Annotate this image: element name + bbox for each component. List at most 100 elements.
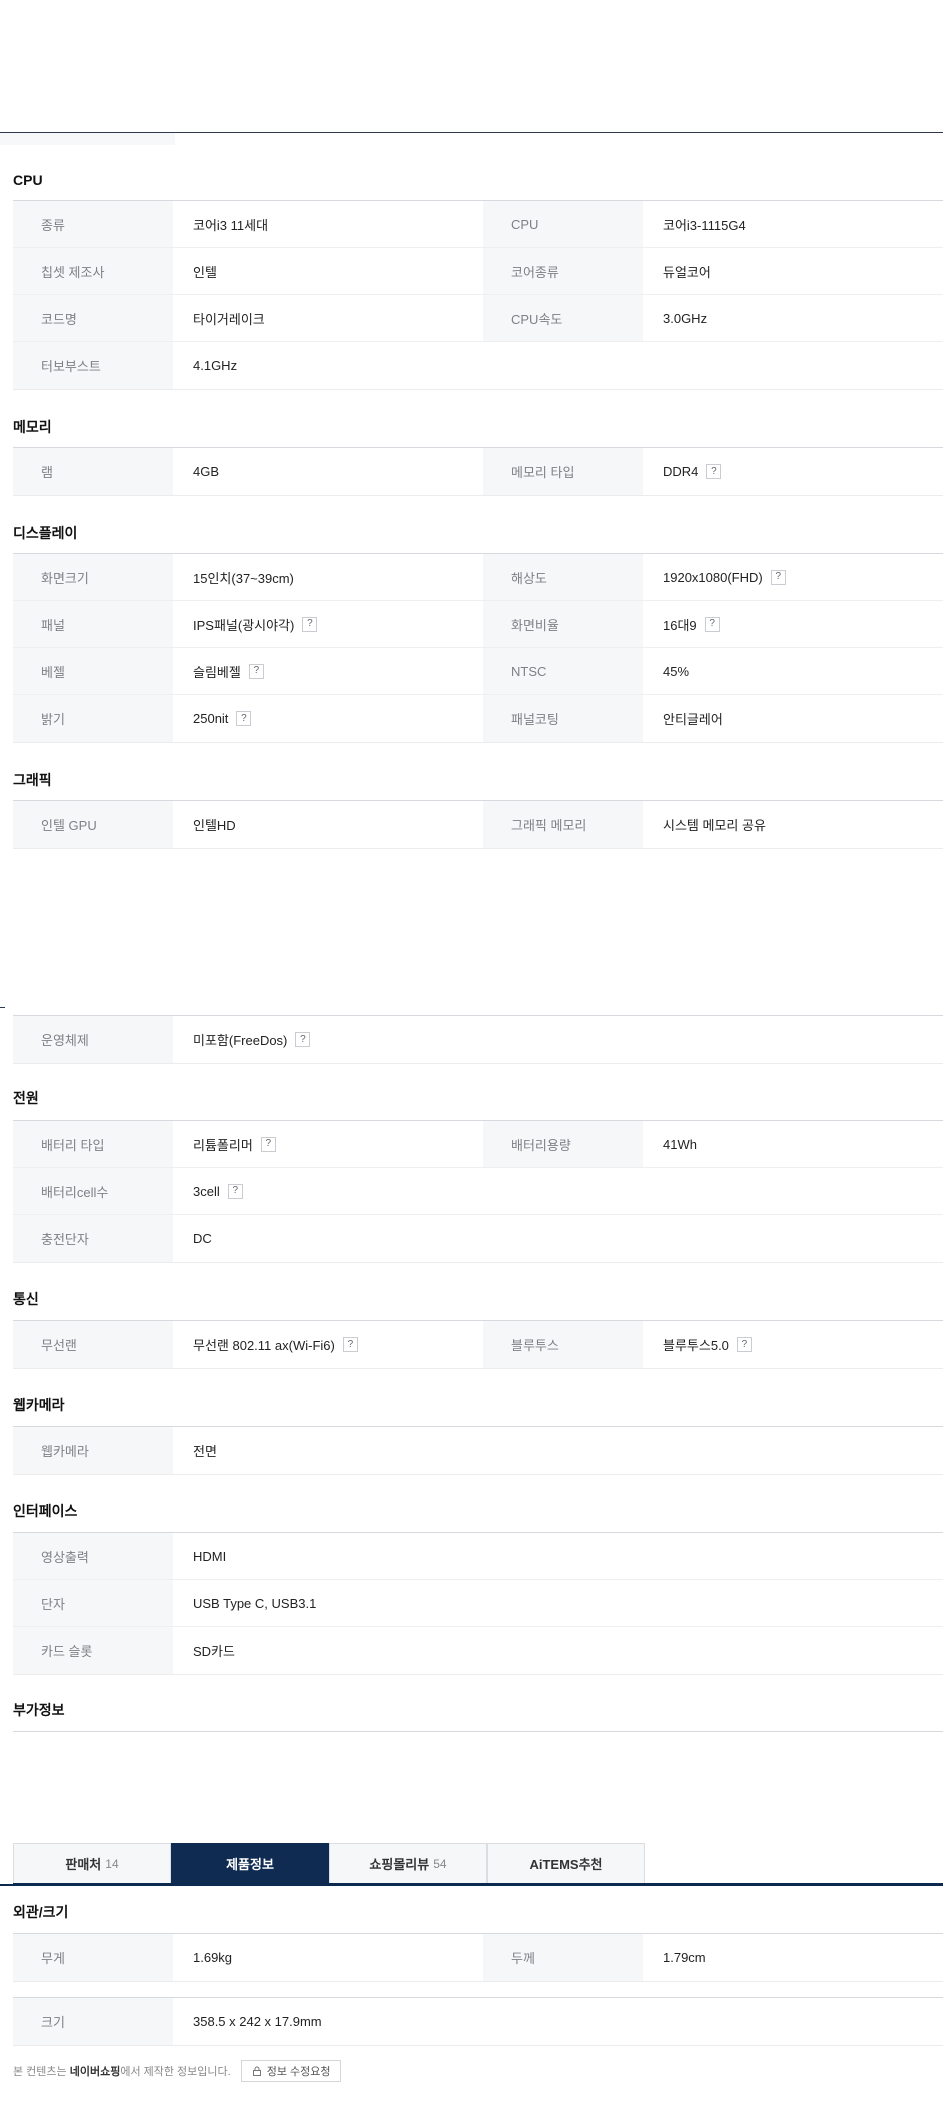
spec-value-with-help: 블루투스5.0 ? [643,1321,943,1368]
spec-value: 41Wh [663,1136,697,1152]
spec-label: 웹카메라 [13,1427,173,1474]
spec-value: 3cell [193,1183,220,1199]
spec-label: 카드 슬롯 [13,1627,173,1674]
tab-aitems[interactable]: AiTEMS추천 [487,1843,645,1883]
table-row: 베젤 슬림베젤 ? NTSC 45% [13,648,943,695]
spec-label: 종류 [13,201,173,247]
spec-label: 배터리 타입 [13,1121,173,1167]
tab-reviews[interactable]: 쇼핑몰리뷰 54 [329,1843,487,1883]
help-icon[interactable]: ? [248,663,264,679]
tab-product-info[interactable]: 제품정보 [171,1843,329,1883]
spec-table-exterior: 무게 1.69kg 두께 1.79cm [13,1933,943,1982]
help-icon[interactable]: ? [236,711,252,726]
table-row: 운영체제 미포함(FreeDos) ? [13,1016,943,1063]
table-row: 무선랜 무선랜 802.11 ax(Wi-Fi6) ? 블루투스 블루투스5.0… [13,1321,943,1368]
spec-value: 전면 [193,1444,217,1459]
section-title-exterior: 외관/크기 [13,1904,69,1920]
spec-label: 인텔 GPU [13,801,173,848]
spec-label: 터보부스트 [13,342,173,389]
product-tabs: 판매처 14 제품정보 쇼핑몰리뷰 54 AiTEMS추천 [13,1843,943,1885]
spec-value: USB Type C, USB3.1 [193,1595,317,1611]
help-icon[interactable]: ? [302,616,318,632]
spec-label: 두께 [483,1934,643,1981]
tab-sellers[interactable]: 판매처 14 [13,1843,171,1883]
section-title-cpu: CPU [13,172,43,188]
spec-label: 메모리 타입 [483,448,643,495]
spec-table-os: 운영체제 미포함(FreeDos) ? [13,1015,943,1064]
table-row: 화면크기 15인치(37~39cm) 해상도 1920x1080(FHD) ? [13,554,943,601]
spec-value-with-help: 3cell ? [173,1168,483,1214]
spec-label: 무게 [13,1934,173,1981]
spec-value: 4.1GHz [193,358,238,373]
table-row: 램 4GB 메모리 타입 DDR4 ? [13,448,943,495]
spec-value-with-help: IPS패널(광시야각) ? [173,601,483,647]
spec-value-with-help: 미포함(FreeDos) ? [173,1016,483,1063]
help-icon[interactable]: ? [227,1183,243,1199]
table-row: 배터리cell수 3cell ? [13,1168,943,1215]
spec-value: 1.69kg [193,1950,233,1965]
spec-label: 충전단자 [13,1215,173,1262]
help-icon[interactable]: ? [295,1032,311,1047]
spec-value: 코어i3 11세대 [193,217,269,233]
spec-label: 밝기 [13,695,173,742]
table-row: 종류 코어i3 11세대 CPU 코어i3-1115G4 [13,201,943,248]
spec-value: 250nit [193,711,229,726]
tab-label: 쇼핑몰리뷰 [369,1857,430,1872]
section-title-interface: 인터페이스 [13,1503,78,1519]
spec-value: 안티글레어 [663,712,723,727]
spec-value: 1920x1080(FHD) [663,569,763,585]
spec-label: 영상출력 [13,1533,173,1579]
spec-label: 패널코팅 [483,695,643,742]
spec-value-with-help: 무선랜 802.11 ax(Wi-Fi6) ? [173,1321,483,1368]
section-title-network: 통신 [13,1291,39,1307]
note-prefix: 본 컨텐츠는 [13,2066,67,2078]
table-row: 단자 USB Type C, USB3.1 [13,1580,943,1627]
spec-value: 45% [663,663,690,679]
table-row: 충전단자 DC [13,1215,943,1262]
spec-table-webcam: 웹카메라 전면 [13,1426,943,1475]
spec-label: 해상도 [483,554,643,600]
spec-value: 코어i3-1115G4 [663,217,746,233]
spec-table-memory: 램 4GB 메모리 타입 DDR4 ? [13,447,943,496]
help-icon[interactable]: ? [260,1136,276,1152]
spec-value: 3.0GHz [663,310,708,326]
spec-label: 화면크기 [13,554,173,600]
spec-label: 크기 [13,1998,173,2045]
spec-label: 운영체제 [13,1016,173,1063]
table-row: 칩셋 제조사 인텔 코어종류 듀얼코어 [13,248,943,295]
spec-value: 15인치(37~39cm) [193,570,294,586]
spec-label: 코어종류 [483,248,643,294]
spec-table-display: 화면크기 15인치(37~39cm) 해상도 1920x1080(FHD) ? … [13,553,943,743]
top-divider-shadow [0,133,175,145]
spec-value: DDR4 [663,464,699,479]
help-icon[interactable]: ? [706,464,722,479]
spec-value: 16대9 [663,617,697,633]
section-title-memory: 메모리 [13,419,52,435]
help-icon[interactable]: ? [342,1337,358,1352]
spec-table-size: 크기 358.5 x 242 x 17.9mm [13,1997,943,2046]
help-icon[interactable]: ? [704,616,720,632]
help-icon[interactable]: ? [736,1337,752,1352]
spec-value-with-help: 슬림베젤 ? [173,648,483,694]
section-title-display: 디스플레이 [13,525,78,541]
spec-value: 1.79cm [663,1950,706,1965]
table-row: 무게 1.69kg 두께 1.79cm [13,1934,943,1981]
spec-label: 코드명 [13,295,173,341]
spec-label: 블루투스 [483,1321,643,1368]
spec-table-interface: 영상출력 HDMI 단자 USB Type C, USB3.1 카드 슬롯 SD… [13,1532,943,1675]
table-row: 웹카메라 전면 [13,1427,943,1474]
extra-divider [13,1731,943,1732]
spec-value: 타이거레이크 [193,311,265,327]
edge-marker [0,1007,5,1008]
spec-value: 4GB [193,464,220,479]
spec-value-with-help: DDR4 ? [643,448,943,495]
info-edit-request-button[interactable]: 정보 수정요청 [240,2060,342,2082]
table-row: 크기 358.5 x 242 x 17.9mm [13,1998,943,2045]
section-title-power: 전원 [13,1090,39,1106]
spec-value: 358.5 x 242 x 17.9mm [193,2014,322,2029]
spec-label: 그래픽 메모리 [483,801,643,848]
request-button-label: 정보 수정요청 [266,2066,331,2078]
help-icon[interactable]: ? [770,569,786,585]
table-row: 밝기 250nit ? 패널코팅 안티글레어 [13,695,943,742]
spec-value: 인텔HD [193,818,236,833]
